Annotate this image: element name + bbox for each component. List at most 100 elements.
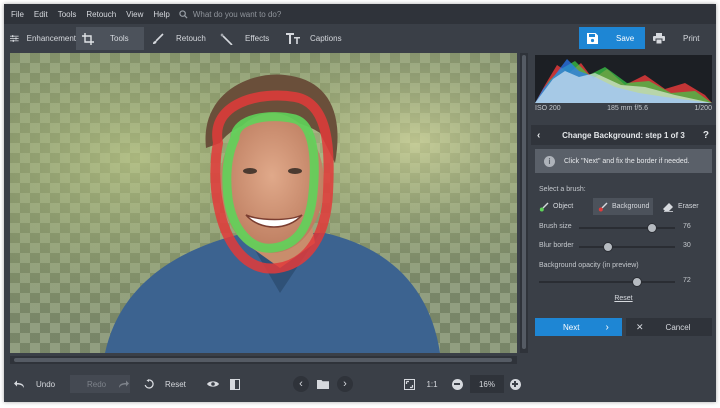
reset-button[interactable]: Reset (144, 375, 194, 393)
exif-info: ISO 200 185 mm f/5.6 1/200 (535, 105, 712, 117)
compare-icon (230, 378, 240, 390)
bg-opacity-label: Background opacity (in preview) (539, 262, 639, 269)
save-icon (587, 32, 598, 44)
zoom-out-icon (451, 378, 463, 390)
menu-file[interactable]: File (6, 10, 29, 19)
fit-screen-button[interactable] (402, 375, 416, 393)
zoom-in-button[interactable] (508, 375, 522, 393)
magic-wand-icon (220, 32, 233, 45)
tab-captions-label: Captions (310, 34, 342, 43)
toolbar: Enhancement Tools Retouch Effects Captio… (4, 24, 716, 53)
histogram-graph (535, 59, 712, 103)
brush-object-button[interactable]: Object (539, 198, 583, 215)
exif-lens: 185 mm f/5.6 (607, 105, 648, 112)
photo-preview (10, 53, 517, 353)
print-button[interactable]: Print (647, 27, 705, 49)
save-button[interactable]: Save (579, 27, 645, 49)
tab-effects[interactable]: Effects (220, 27, 280, 50)
menu-retouch[interactable]: Retouch (81, 10, 121, 19)
preview-toggle[interactable] (206, 375, 220, 393)
zoom-level-field[interactable]: 16% (470, 375, 504, 393)
info-icon: i (544, 155, 555, 167)
chevron-left-icon: ‹ (299, 378, 303, 390)
object-brush-icon (539, 202, 549, 211)
exif-shutter: 1/200 (694, 105, 712, 112)
brush-size-knob[interactable] (646, 223, 657, 233)
panel-title: Change Background: step 1 of 3 (562, 130, 685, 140)
next-image-button[interactable]: › (337, 376, 353, 392)
redo-button[interactable]: Redo (70, 375, 130, 393)
info-message: i Click "Next" and fix the border if nee… (535, 149, 712, 173)
next-button-label: Next (563, 322, 580, 332)
histogram (535, 55, 712, 103)
back-chevron-icon[interactable]: ‹ (537, 130, 540, 141)
close-icon: ✕ (636, 321, 644, 332)
redo-icon (119, 380, 130, 388)
search-icon (179, 9, 188, 19)
menu-help[interactable]: Help (148, 10, 174, 19)
tab-effects-label: Effects (245, 34, 270, 43)
reset-icon (144, 379, 154, 389)
menu-tools[interactable]: Tools (53, 10, 82, 19)
image-navigation: ‹ › (293, 375, 353, 393)
horizontal-scrollbar[interactable] (10, 356, 517, 364)
blur-border-slider[interactable] (579, 246, 675, 248)
brush-size-label: Brush size (539, 223, 572, 230)
zoom-out-button[interactable] (450, 375, 464, 393)
eye-icon (207, 381, 219, 387)
undo-icon (14, 380, 24, 388)
background-brush-icon (598, 202, 608, 211)
vertical-scrollbar[interactable] (520, 53, 528, 353)
sliders-icon (10, 35, 19, 42)
cancel-button-label: Cancel (665, 322, 691, 332)
app-window: File Edit Tools Retouch View Help What d… (4, 4, 716, 402)
tab-enhancement[interactable]: Enhancement (10, 27, 76, 50)
search-input[interactable]: What do you want to do? (193, 10, 282, 19)
tab-retouch-label: Retouch (176, 34, 206, 43)
actual-size-button[interactable]: 1:1 (424, 375, 440, 393)
bg-opacity-value: 72 (683, 277, 691, 284)
side-panel: ISO 200 185 mm f/5.6 1/200 ‹ Change Back… (531, 53, 716, 353)
cancel-button[interactable]: ✕ Cancel (626, 318, 712, 336)
search-box[interactable]: What do you want to do? (179, 9, 282, 19)
menu-view[interactable]: View (121, 10, 148, 19)
tab-retouch[interactable]: Retouch (152, 27, 218, 50)
compare-toggle[interactable] (228, 375, 242, 393)
bg-opacity-slider[interactable] (539, 281, 675, 283)
undo-button[interactable]: Undo (14, 375, 70, 393)
fit-screen-icon (403, 378, 415, 390)
exif-iso: ISO 200 (535, 105, 561, 112)
menu-edit[interactable]: Edit (29, 10, 53, 19)
tab-tools-label: Tools (110, 34, 129, 43)
actual-size-label: 1:1 (426, 379, 438, 389)
eraser-icon (663, 202, 673, 212)
panel-reset-link[interactable]: Reset (531, 295, 716, 302)
brush-eraser-button[interactable]: Eraser (663, 198, 709, 215)
folder-icon[interactable] (317, 379, 329, 389)
undo-label: Undo (36, 379, 56, 389)
chevron-right-icon: › (343, 378, 347, 390)
image-canvas[interactable] (10, 53, 517, 353)
vertical-scroll-thumb[interactable] (522, 55, 526, 349)
brush-object-label: Object (553, 203, 574, 210)
printer-icon (653, 32, 665, 44)
crop-icon (82, 32, 94, 45)
panel-header: ‹ Change Background: step 1 of 3 ? (531, 125, 716, 145)
text-icon (286, 33, 300, 44)
next-button[interactable]: Next › (535, 318, 622, 336)
brush-size-slider[interactable] (579, 227, 675, 229)
print-button-label: Print (683, 33, 700, 43)
blur-border-value: 30 (683, 242, 691, 249)
bg-opacity-knob[interactable] (631, 277, 642, 287)
tab-tools[interactable]: Tools (76, 27, 144, 50)
tab-captions[interactable]: Captions (286, 27, 346, 50)
horizontal-scroll-thumb[interactable] (14, 358, 512, 362)
previous-image-button[interactable]: ‹ (293, 376, 309, 392)
help-icon[interactable]: ? (703, 130, 709, 141)
brush-background-label: Background (612, 203, 650, 210)
blur-border-knob[interactable] (602, 242, 613, 252)
menu-bar: File Edit Tools Retouch View Help What d… (4, 4, 716, 24)
chevron-right-icon: › (605, 321, 609, 333)
tab-enhancement-label: Enhancement (26, 34, 76, 43)
brush-background-button[interactable]: Background (593, 198, 653, 215)
